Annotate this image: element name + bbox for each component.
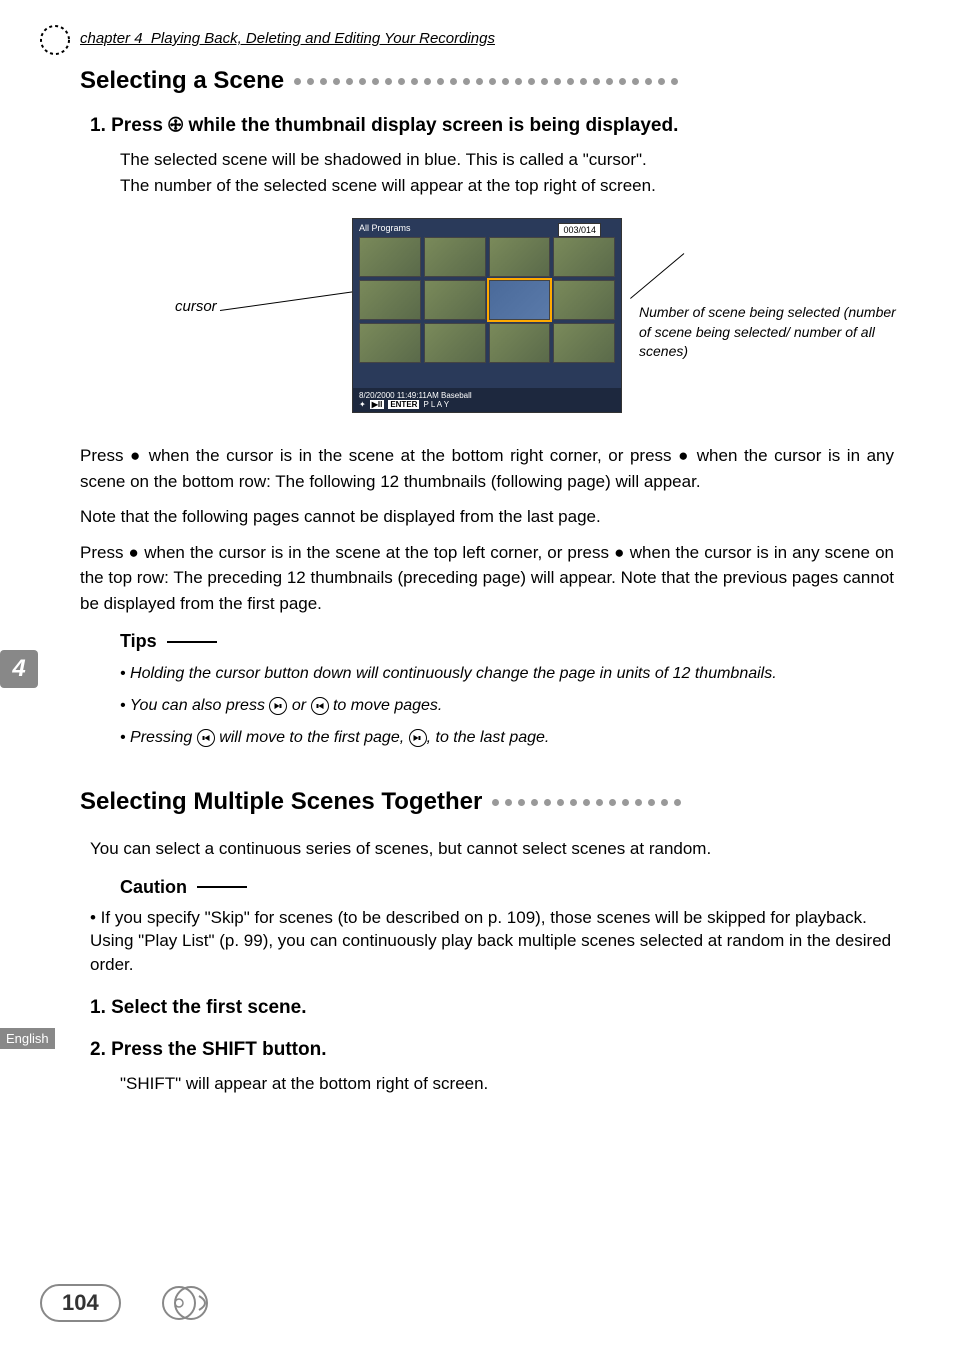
cursor-label: cursor <box>175 298 217 315</box>
tips-list: • Holding the cursor button down will co… <box>120 662 894 750</box>
counter-pointer-line <box>630 253 684 299</box>
section2-step2-text: "SHIFT" will appear at the bottom right … <box>120 1071 894 1097</box>
tip1: • Holding the cursor button down will co… <box>120 662 894 686</box>
tip2: • You can also press or to move pages. <box>120 694 894 718</box>
section2-step2: 2. Press the SHIFT button. <box>90 1039 894 1061</box>
section2-title-row: Selecting Multiple Scenes Together <box>80 788 894 816</box>
disc-icon <box>161 1286 211 1321</box>
thumbnail-screen: All Programs 003/014 8/20/2000 11:49:11A… <box>352 218 622 413</box>
page-footer: 104 <box>40 1284 211 1322</box>
step1-header: 1. Press 🕀 while the thumbnail display s… <box>90 115 894 137</box>
section2-intro: You can select a continuous series of sc… <box>90 836 894 862</box>
figure: cursor All Programs 003/014 8/20/2000 11… <box>80 218 894 413</box>
skip-forward-icon <box>409 729 427 747</box>
para3: Press ● when the cursor is in the scene … <box>80 540 894 617</box>
rewind-icon <box>311 697 329 715</box>
section1-title-row: Selecting a Scene <box>80 67 894 95</box>
caution-header: Caution <box>120 877 894 898</box>
cursor-pointer-line <box>220 289 369 311</box>
page-number: 104 <box>40 1284 121 1322</box>
selected-thumb <box>489 280 551 320</box>
logo-decoration <box>35 20 75 60</box>
dot-leader <box>294 78 894 85</box>
language-label: English <box>0 1028 55 1049</box>
chapter-marker: 4 <box>0 650 38 688</box>
step1-text: The selected scene will be shadowed in b… <box>120 147 894 198</box>
section2-step1: 1. Select the first scene. <box>90 997 894 1019</box>
tips-header: Tips <box>120 631 894 652</box>
thumbs-grid <box>353 237 621 363</box>
screen-footer: 8/20/2000 11:49:11AM Baseball ✦ ▶II ENTE… <box>353 388 621 412</box>
dot-leader-2 <box>492 799 894 806</box>
fast-forward-icon <box>269 697 287 715</box>
section2-title: Selecting Multiple Scenes Together <box>80 788 482 816</box>
annotation-right: Number of scene being selected (number o… <box>639 303 909 362</box>
para1: Press ● when the cursor is in the scene … <box>80 443 894 494</box>
section1-title: Selecting a Scene <box>80 67 284 95</box>
chapter-header: chapter 4_Playing Back, Deleting and Edi… <box>80 30 894 47</box>
skip-back-icon <box>197 729 215 747</box>
caution-text: • If you specify "Skip" for scenes (to b… <box>90 906 894 977</box>
scene-counter: 003/014 <box>558 223 601 237</box>
para2: Note that the following pages cannot be … <box>80 504 894 530</box>
tip3: • Pressing will move to the first page, … <box>120 726 894 750</box>
